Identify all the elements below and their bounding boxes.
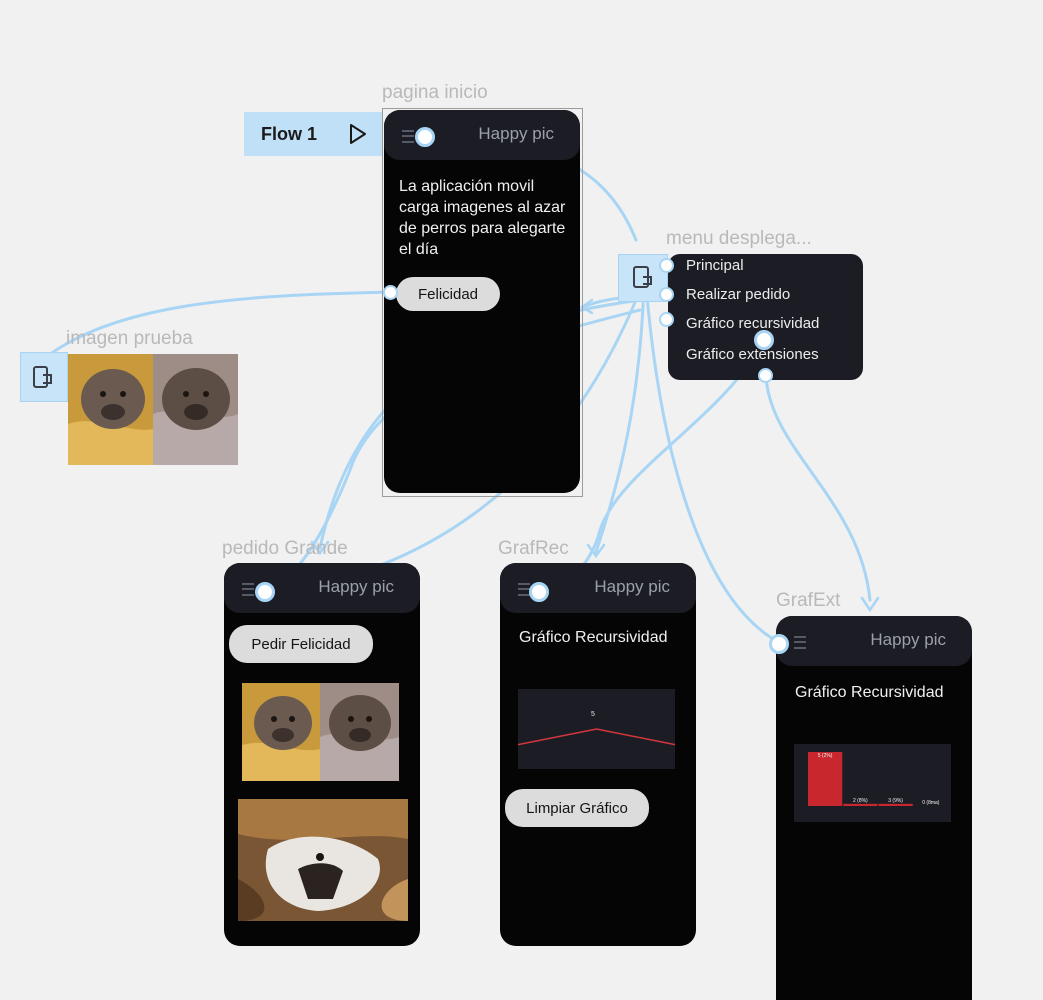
bar	[878, 803, 913, 806]
frame-label-grafrec: GrafRec	[498, 538, 569, 559]
hamburger-menu-icon[interactable]	[402, 130, 414, 143]
connector-handle[interactable]	[415, 127, 435, 147]
connector-handle[interactable]	[659, 258, 674, 273]
frame-label-imagen: imagen prueba	[66, 328, 193, 349]
connector-handle[interactable]	[769, 634, 789, 654]
play-icon[interactable]	[348, 123, 368, 145]
bar	[843, 803, 878, 806]
line-chart: 5	[517, 689, 676, 769]
hamburger-menu-icon[interactable]	[242, 583, 254, 596]
frame-label-grafext: GrafExt	[776, 590, 841, 611]
header-title: Happy pic	[870, 630, 946, 649]
menu-item-grafico-recursividad[interactable]: Gráfico recursividad	[686, 315, 819, 332]
frame-pedido-grande[interactable]: Happy pic Pedir Felicidad	[224, 563, 420, 946]
frame-menu-desplegable[interactable]: Principal Realizar pedido Gráfico recurs…	[668, 254, 863, 380]
connector-handle[interactable]	[255, 582, 275, 602]
bar-data-label: 5 (2%)	[818, 753, 833, 759]
app-header: Happy pic	[384, 110, 580, 160]
bar-data-label: 0 (8ma)	[922, 800, 940, 806]
header-title: Happy pic	[478, 124, 554, 143]
connector-handle[interactable]	[529, 582, 549, 602]
line-series	[517, 728, 676, 746]
connector-handle[interactable]	[659, 287, 674, 302]
frame-grafrec[interactable]: Happy pic Gráfico Recursividad 5 Limpiar…	[500, 563, 696, 946]
device-link-icon	[33, 366, 52, 388]
bar-data-label: 2 (8%)	[853, 798, 868, 804]
chart-title: Gráfico Recursividad	[795, 684, 944, 701]
menu-item-grafico-extensiones[interactable]: Gráfico extensiones	[686, 346, 819, 363]
app-header: Happy pic	[776, 616, 972, 666]
connector-menu-to-grafrec	[594, 283, 646, 554]
frame-label-menu: menu desplega...	[666, 228, 812, 249]
bar-data-label: 3 (9%)	[888, 798, 903, 804]
menu-item-realizar-pedido[interactable]: Realizar pedido	[686, 286, 790, 303]
bar-chart: 5 (2%) 2 (8%) 3 (9%) 0 (8ma)	[794, 744, 951, 822]
menu-item-principal[interactable]: Principal	[686, 257, 744, 274]
dog-blanket-photo	[238, 799, 408, 921]
connector-handle[interactable]	[754, 330, 774, 350]
connector-extensiones-to-grafext	[764, 374, 872, 602]
limpiar-grafico-button[interactable]: Limpiar Gráfico	[505, 789, 649, 827]
frame-label-inicio: pagina inicio	[382, 82, 488, 103]
intro-text: La aplicación movil carga imagenes al az…	[399, 178, 566, 258]
frame-label-pedido: pedido Grande	[222, 538, 348, 559]
frame-pagina-inicio[interactable]: Happy pic La aplicación movil carga imag…	[384, 110, 580, 493]
frame-grafext[interactable]: Happy pic Gráfico Recursividad 5 (2%) 2 (…	[776, 616, 972, 1000]
prototype-link-icon-imagen[interactable]	[20, 352, 68, 402]
flow-start-tag[interactable]: Flow 1	[244, 112, 382, 156]
header-title: Happy pic	[318, 577, 394, 596]
pedir-felicidad-button[interactable]: Pedir Felicidad	[229, 625, 373, 663]
connector-handle[interactable]	[659, 312, 674, 327]
line-chart-data-label: 5	[591, 711, 595, 718]
connector-handle[interactable]	[758, 368, 773, 383]
dogs-photo	[68, 354, 238, 465]
app-header: Happy pic	[224, 563, 420, 613]
connector-handle[interactable]	[383, 285, 398, 300]
dogs-photo-small	[242, 683, 399, 781]
hamburger-menu-icon[interactable]	[794, 636, 806, 649]
header-title: Happy pic	[594, 577, 670, 596]
felicidad-button[interactable]: Felicidad	[396, 277, 500, 311]
bar	[808, 752, 843, 806]
chart-title: Gráfico Recursividad	[519, 629, 668, 646]
flow-label: Flow 1	[261, 123, 318, 144]
